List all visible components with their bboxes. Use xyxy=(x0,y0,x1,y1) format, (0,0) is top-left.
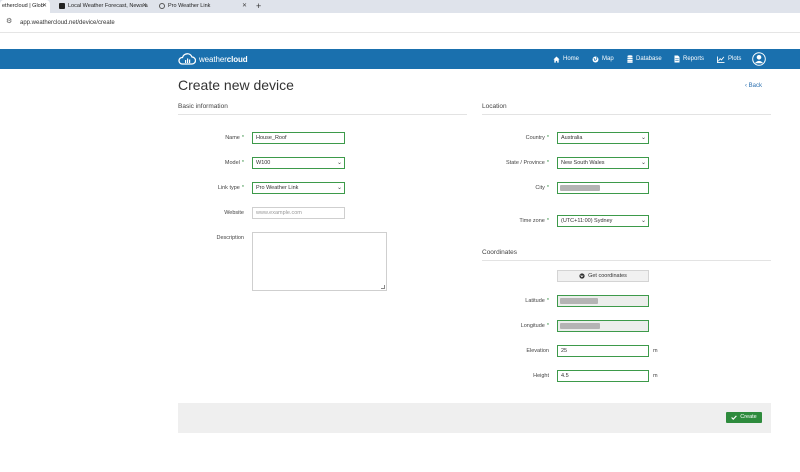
longitude-input[interactable] xyxy=(557,320,649,332)
website-label: Website xyxy=(224,210,244,216)
user-icon xyxy=(752,52,766,66)
link-type-select[interactable]: Pro Weather Link ⌄ xyxy=(252,182,345,194)
elevation-label: Elevation xyxy=(526,348,549,354)
longitude-label: Longitude * xyxy=(520,323,549,329)
nav-home[interactable]: Home xyxy=(553,49,579,69)
nav-label: Plots xyxy=(728,56,742,62)
document-icon xyxy=(674,55,680,63)
chevron-down-icon: ⌄ xyxy=(640,135,646,141)
chevron-down-icon: ⌄ xyxy=(640,160,646,166)
description-label: Description xyxy=(216,235,244,241)
chevron-down-icon: ⌄ xyxy=(640,218,646,224)
name-input[interactable]: House_Roof xyxy=(252,132,345,144)
user-avatar[interactable] xyxy=(752,49,766,69)
elevation-unit: m xyxy=(653,348,658,354)
section-divider xyxy=(482,260,771,261)
address-bar: ⚙ app.weathercloud.net/device/create xyxy=(0,13,800,33)
height-label: Height xyxy=(533,373,549,379)
tab-title: ethercloud | Glob xyxy=(2,3,44,9)
nav-label: Reports xyxy=(683,56,705,62)
name-label: Name * xyxy=(225,135,244,141)
site-settings-icon[interactable]: ⚙ xyxy=(6,18,14,26)
latitude-label: Latitude * xyxy=(525,298,549,304)
timezone-select[interactable]: (UTC+11:00) Sydney ⌄ xyxy=(557,215,649,227)
nav-map[interactable]: Map xyxy=(592,49,614,69)
nav-plots[interactable]: Plots xyxy=(717,49,741,69)
city-label: City * xyxy=(535,185,549,191)
nav-label: Map xyxy=(602,56,614,62)
chart-icon xyxy=(717,55,725,63)
get-coordinates-button[interactable]: Get coordinates xyxy=(557,270,649,282)
create-button[interactable]: Create xyxy=(726,412,762,423)
close-icon[interactable]: ✕ xyxy=(242,0,247,13)
form-actions-bar xyxy=(178,403,771,433)
home-icon xyxy=(553,55,560,63)
link-type-label: Link type * xyxy=(217,185,244,191)
create-label: Create xyxy=(740,414,757,420)
elevation-input[interactable]: 25 xyxy=(557,345,649,357)
globe-icon xyxy=(159,3,165,9)
country-select[interactable]: Australia ⌄ xyxy=(557,132,649,144)
database-icon xyxy=(627,55,633,63)
website-input[interactable]: www.example.com xyxy=(252,207,345,219)
location-heading: Location xyxy=(482,103,507,110)
logo-text: weathercloud xyxy=(199,54,248,64)
tab-title: Local Weather Forecast, News a xyxy=(68,3,148,9)
url-field[interactable]: app.weathercloud.net/device/create xyxy=(20,17,115,29)
back-link[interactable]: ‹ Back xyxy=(745,83,762,89)
browser-tab-weathercloud[interactable]: ethercloud | Glob ✕ xyxy=(0,0,50,13)
basic-info-heading: Basic information xyxy=(178,103,228,110)
redacted-value xyxy=(560,298,598,304)
nav-reports[interactable]: Reports xyxy=(674,49,704,69)
get-coordinates-label: Get coordinates xyxy=(588,273,627,279)
timezone-label: Time zone * xyxy=(519,218,549,224)
redacted-value xyxy=(560,185,600,191)
section-divider xyxy=(482,114,771,115)
globe-icon xyxy=(592,56,599,62)
latitude-input[interactable] xyxy=(557,295,649,307)
browser-tab-bar: ethercloud | Glob ✕ Local Weather Foreca… xyxy=(0,0,800,13)
country-label: Country * xyxy=(525,135,549,141)
cloud-logo-icon xyxy=(178,53,196,65)
height-unit: m xyxy=(653,373,658,379)
back-label: Back xyxy=(748,83,763,89)
model-select[interactable]: W100 ⌄ xyxy=(252,157,345,169)
model-label: Model * xyxy=(224,160,244,166)
weathercloud-logo[interactable]: weathercloud xyxy=(178,51,248,67)
city-input[interactable] xyxy=(557,182,649,194)
check-icon xyxy=(731,415,738,420)
nav-database[interactable]: Database xyxy=(627,49,662,69)
coordinates-heading: Coordinates xyxy=(482,249,518,256)
resize-handle[interactable] xyxy=(381,285,385,289)
new-tab-button[interactable]: + xyxy=(256,0,261,13)
tab-title: Pro Weather Link xyxy=(168,3,211,9)
redacted-value xyxy=(560,323,600,329)
chevron-left-icon: ‹ xyxy=(745,83,747,89)
page-title: Create new device xyxy=(178,77,294,93)
nav-label: Home xyxy=(563,56,580,62)
browser-tab-forecast[interactable]: Local Weather Forecast, News a ✕ xyxy=(56,0,150,13)
height-input[interactable]: 4.5 xyxy=(557,370,649,382)
nav-label: Database xyxy=(636,56,662,62)
chevron-down-icon: ⌄ xyxy=(336,160,342,166)
close-icon[interactable]: ✕ xyxy=(42,0,47,13)
close-icon[interactable]: ✕ xyxy=(142,0,147,13)
site-header: weathercloud Home Map Database Reports P… xyxy=(0,49,800,69)
browser-tab-proweatherlink[interactable]: Pro Weather Link ✕ xyxy=(156,0,250,13)
description-textarea[interactable] xyxy=(252,232,387,291)
state-select[interactable]: New South Wales ⌄ xyxy=(557,157,649,169)
state-label: State / Province * xyxy=(506,160,549,166)
globe-icon xyxy=(579,273,585,279)
site-favicon-icon xyxy=(59,3,65,9)
chevron-down-icon: ⌄ xyxy=(336,185,342,191)
section-divider xyxy=(178,114,467,115)
